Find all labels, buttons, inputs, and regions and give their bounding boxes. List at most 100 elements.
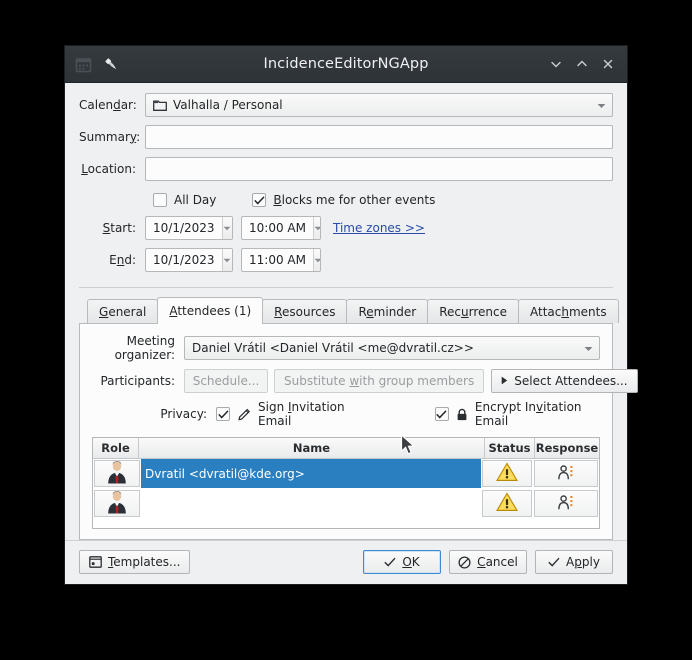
schedule-button-label: Schedule...	[192, 374, 260, 388]
schedule-button[interactable]: Schedule...	[184, 369, 268, 393]
organizer-value: Daniel Vrátil <Daniel Vrátil <me@dvratil…	[192, 341, 474, 355]
row-status-cell[interactable]	[482, 490, 532, 517]
maximize-button[interactable]	[569, 51, 595, 77]
tab-attendees[interactable]: Attendees (1)	[157, 297, 264, 324]
minimize-button[interactable]	[543, 51, 569, 77]
sign-invitation-checkbox-box[interactable]	[216, 407, 230, 421]
cancel-button-label: Cancel	[477, 555, 518, 569]
row-name-text	[141, 489, 481, 518]
chevron-down-icon	[584, 341, 593, 355]
window-content: Calendar: Valhalla / Personal Summary: L…	[65, 83, 638, 540]
lock-icon	[456, 408, 468, 421]
table-empty-area[interactable]	[93, 519, 599, 528]
check-icon	[384, 557, 396, 567]
start-time-dropdown[interactable]	[312, 217, 320, 239]
tab-recurrence[interactable]: Recurrence	[427, 299, 519, 323]
participants-row: Participants: Schedule... Substitute wit…	[92, 369, 638, 393]
privacy-label: Privacy:	[160, 407, 207, 421]
cancel-button[interactable]: Cancel	[449, 550, 527, 574]
pin-icon[interactable]	[103, 56, 120, 73]
tab-attachments[interactable]: Attachments	[518, 299, 619, 323]
tab-reminder[interactable]: Reminder	[346, 299, 429, 323]
location-input[interactable]	[145, 157, 613, 181]
column-header-status[interactable]: Status	[485, 438, 535, 458]
table-row[interactable]	[93, 489, 599, 519]
encrypt-invitation-checkbox[interactable]: Encrypt Invitation Email	[434, 400, 600, 428]
templates-button[interactable]: Templates...	[79, 550, 191, 574]
ok-button-label: OK	[402, 555, 420, 569]
start-label: Start:	[102, 221, 136, 235]
time-zones-link[interactable]: Time zones >>	[333, 221, 425, 235]
all-day-label: All Day	[174, 193, 217, 207]
encrypt-invitation-checkbox-box[interactable]	[434, 407, 449, 421]
column-header-role[interactable]: Role	[93, 438, 139, 458]
end-date-field[interactable]: 10/1/2023	[145, 248, 233, 272]
all-day-checkbox-box[interactable]	[153, 193, 167, 207]
templates-button-label: Templates...	[108, 555, 181, 569]
blocks-me-checkbox[interactable]: Blocks me for other events	[252, 193, 435, 207]
start-date-dropdown[interactable]	[221, 217, 232, 239]
apply-button-label: Apply	[566, 555, 600, 569]
row-name-cell[interactable]: Dvratil <dvratil@kde.org>	[141, 459, 481, 488]
start-date-field[interactable]: 10/1/2023	[145, 216, 233, 240]
row-response-cell[interactable]	[534, 460, 598, 487]
window-controls	[543, 51, 627, 77]
warning-icon	[496, 492, 518, 515]
person-options-icon	[557, 494, 575, 514]
attendees-table[interactable]: Role Name Status Response Dvratil <dvrat…	[92, 437, 600, 529]
chevron-down-icon	[223, 226, 231, 230]
ok-button[interactable]: OK	[363, 550, 441, 574]
apply-button[interactable]: Apply	[535, 550, 613, 574]
row-name-cell[interactable]	[141, 489, 481, 518]
start-row: Start: 10/1/2023 10:00 AM Time zones >>	[79, 216, 613, 240]
titlebar-left-icons	[65, 56, 120, 73]
row-response-cell[interactable]	[534, 490, 598, 517]
tab-resources[interactable]: Resources	[262, 299, 348, 323]
location-label: Location:	[81, 162, 136, 176]
substitute-with-group-members-button[interactable]: Substitute with group members	[274, 369, 485, 393]
person-options-icon	[557, 464, 575, 484]
organizer-combobox[interactable]: Daniel Vrátil <Daniel Vrátil <me@dvratil…	[184, 336, 600, 360]
close-button[interactable]	[595, 51, 621, 77]
divider	[79, 287, 613, 288]
column-header-response[interactable]: Response	[535, 438, 599, 458]
participants-label: Participants:	[100, 374, 175, 388]
column-header-name[interactable]: Name	[139, 438, 485, 458]
row-role-cell[interactable]	[94, 460, 140, 487]
forbidden-icon	[458, 555, 471, 569]
end-time-field[interactable]: 11:00 AM	[241, 248, 321, 272]
summary-label: Summary:	[79, 130, 141, 144]
start-time-field[interactable]: 10:00 AM	[241, 216, 321, 240]
end-date-value: 10/1/2023	[153, 253, 215, 267]
person-avatar-icon	[106, 491, 128, 516]
folder-icon	[153, 99, 167, 112]
day-options-row: All Day Blocks me for other events	[79, 193, 613, 207]
sign-invitation-checkbox[interactable]: Sign Invitation Email	[216, 400, 365, 428]
sign-invitation-label: Sign Invitation Email	[258, 400, 345, 428]
person-avatar-icon	[106, 461, 128, 486]
select-attendees-button-label: Select Attendees...	[514, 374, 628, 388]
window-titlebar[interactable]: IncidenceEditorNGApp	[65, 46, 627, 83]
row-status-cell[interactable]	[482, 460, 532, 487]
warning-icon	[496, 462, 518, 485]
end-time-dropdown[interactable]	[312, 249, 320, 271]
calendar-icon[interactable]	[75, 56, 92, 73]
calendar-row: Calendar: Valhalla / Personal	[79, 93, 613, 117]
location-row: Location:	[79, 157, 613, 181]
triangle-right-icon	[501, 374, 508, 388]
calendar-combobox[interactable]: Valhalla / Personal	[145, 93, 613, 117]
chevron-down-icon	[223, 258, 231, 262]
check-icon	[254, 195, 265, 205]
attendees-tab-panel: Meeting organizer: Daniel Vrátil <Daniel…	[79, 323, 638, 540]
summary-input[interactable]	[145, 125, 613, 149]
tab-general[interactable]: General	[87, 299, 159, 323]
end-date-dropdown[interactable]	[221, 249, 232, 271]
table-row[interactable]: Dvratil <dvratil@kde.org>	[93, 459, 599, 489]
calendar-value: Valhalla / Personal	[173, 98, 283, 112]
blocks-me-checkbox-box[interactable]	[252, 193, 267, 207]
select-attendees-button[interactable]: Select Attendees...	[491, 369, 638, 393]
organizer-row: Meeting organizer: Daniel Vrátil <Daniel…	[92, 334, 600, 362]
end-label: End:	[109, 253, 136, 267]
row-role-cell[interactable]	[94, 490, 140, 517]
all-day-checkbox[interactable]: All Day	[153, 193, 216, 207]
